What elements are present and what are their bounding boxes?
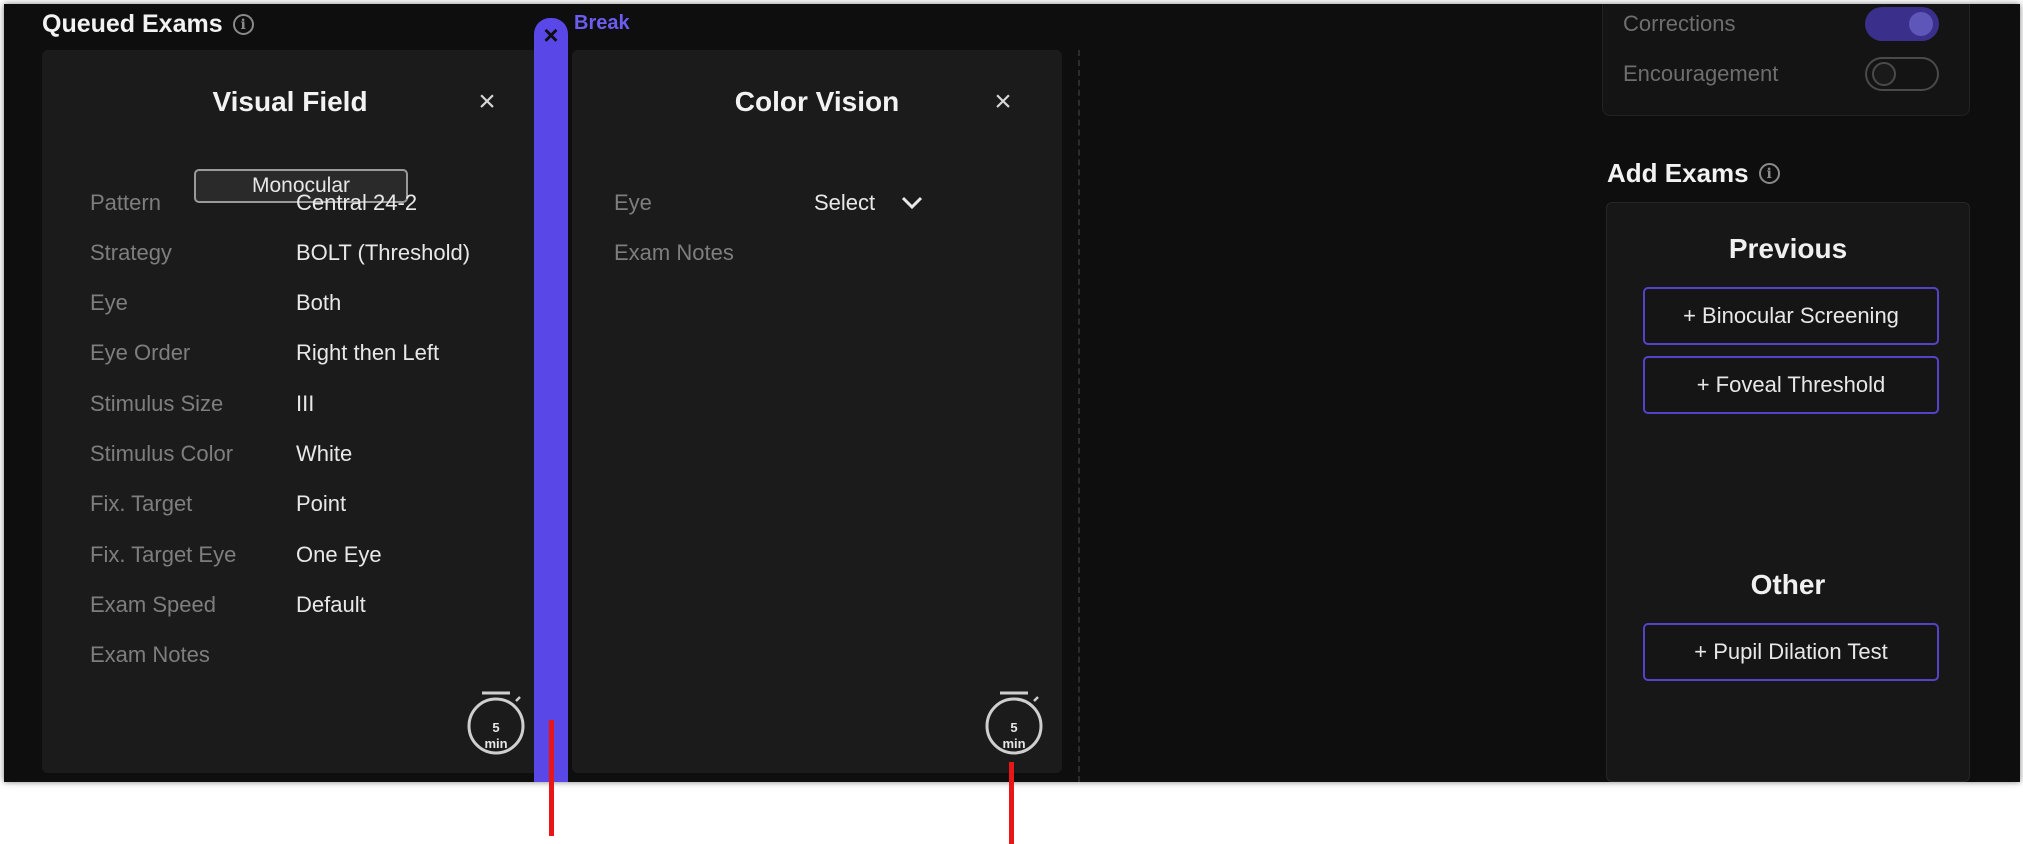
close-icon[interactable]: × [988,87,1018,118]
eye-select-value: Select [814,190,876,215]
settings-card: Corrections Encouragement [1602,4,1970,116]
fix-target-label: Fix. Target [90,491,193,516]
break-bar[interactable]: × [534,18,568,782]
eye-order-value: Right then Left [296,340,440,365]
previous-section-title: Previous [1728,233,1848,264]
exam-speed-label: Exam Speed [90,592,216,617]
timer-icon: 5 min [466,690,526,756]
stimulus-color-label: Stimulus Color [90,441,234,466]
queued-exams-header: Queued Exams i [42,10,254,39]
add-foveal-threshold-button[interactable]: + Foveal Threshold [1643,356,1939,414]
break-close-icon[interactable]: × [538,22,564,48]
visual-field-title: Visual Field [212,86,368,117]
strategy-value: BOLT (Threshold) [296,240,471,265]
annotation-marker [1009,762,1014,844]
pattern-value: Central 24-2 [296,190,418,215]
encouragement-toggle[interactable] [1865,57,1939,91]
add-pupil-dilation-test-button[interactable]: + Pupil Dilation Test [1643,623,1939,681]
add-binocular-screening-button[interactable]: + Binocular Screening [1643,287,1939,345]
timer-text: 5 min [484,720,508,751]
fix-target-eye-label: Fix. Target Eye [90,542,237,567]
pattern-label: Pattern [90,190,161,215]
corrections-toggle[interactable] [1865,7,1939,41]
info-icon[interactable]: i [1758,163,1780,184]
timer-icon: 5 min [984,690,1044,756]
info-icon[interactable]: i [232,14,254,35]
other-section-title: Other [1750,569,1826,600]
annotation-marker [549,720,554,836]
add-exams-title: Add Exams [1607,158,1749,188]
eye-value: Both [296,290,342,315]
color-vision-card: Color Vision × Eye Select Exam Notes 5 m… [572,50,1062,773]
close-icon[interactable]: × [472,87,502,118]
exam-notes-label: Exam Notes [90,642,210,667]
queued-exams-title: Queued Exams [42,10,223,38]
break-label: Break [574,12,630,34]
timer-text: 5 min [1002,720,1026,751]
eye-order-label: Eye Order [90,340,191,365]
eye-label: Eye [90,290,128,315]
corrections-label: Corrections [1623,11,1736,36]
app-window: Queued Exams i Visual Field × Monocular … [4,4,2020,782]
visual-field-card: Visual Field × Monocular Pattern Central… [42,50,538,773]
strategy-label: Strategy [90,240,172,265]
stimulus-size-label: Stimulus Size [90,391,224,416]
corrections-row: Corrections [1623,7,1939,41]
fix-target-eye-value: One Eye [296,542,382,567]
drop-zone-divider [1078,50,1080,782]
fix-target-value: Point [296,491,347,516]
cv-exam-notes-label: Exam Notes [614,240,734,265]
stimulus-color-value: White [296,441,353,466]
exam-speed-value: Default [296,592,366,617]
cv-eye-label: Eye [614,190,652,215]
eye-select[interactable]: Select [814,190,923,216]
stimulus-size-value: III [296,391,315,416]
chevron-down-icon [902,196,923,210]
add-exams-panel: Previous + Binocular Screening + Foveal … [1606,202,1970,782]
encouragement-row: Encouragement [1623,57,1939,91]
encouragement-label: Encouragement [1623,61,1779,86]
add-exams-header: Add Exams i [1607,158,1780,189]
